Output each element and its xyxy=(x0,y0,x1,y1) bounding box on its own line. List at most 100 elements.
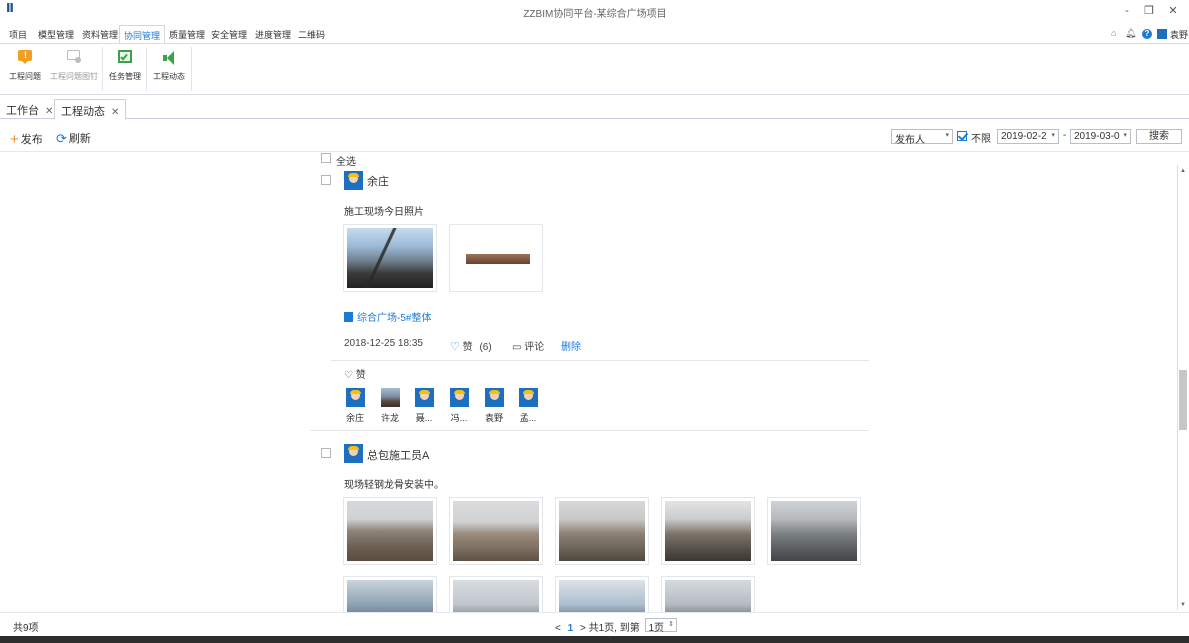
prev-page-button[interactable]: < xyxy=(555,623,561,634)
avatar xyxy=(345,388,365,407)
menu-project[interactable]: 项目 xyxy=(7,27,29,42)
liker-name: 冯... xyxy=(450,413,468,423)
post-image[interactable] xyxy=(343,576,437,612)
menu-bar: 项目 模型管理 资料管理 协同管理 质量管理 安全管理 进度管理 二维码 ⌂ 🔔… xyxy=(0,25,1189,43)
ribbon-engineering-issues[interactable]: ! 工程问题 xyxy=(8,50,42,82)
menu-qrcode[interactable]: 二维码 xyxy=(296,27,327,42)
post-checkbox[interactable] xyxy=(321,448,331,458)
refresh-button[interactable]: ⟳ 刷新 xyxy=(56,130,91,146)
post-image[interactable] xyxy=(449,576,543,612)
post-image[interactable] xyxy=(343,224,437,292)
page-info: > 共1页, 到第 xyxy=(579,623,640,634)
ribbon-label: 工程问题图钉 xyxy=(50,72,98,81)
post-image[interactable] xyxy=(661,497,755,565)
megaphone-icon xyxy=(160,50,178,66)
location-label: 综合广场-5#整体 xyxy=(357,313,432,324)
liker-name: 袁野 xyxy=(484,413,503,423)
scroll-down-icon[interactable]: ▼ xyxy=(1179,601,1187,609)
post-checkbox[interactable] xyxy=(321,175,331,185)
tab-workbench[interactable]: 工作台 ✕ xyxy=(0,99,59,120)
menu-quality[interactable]: 质量管理 xyxy=(167,27,207,42)
like-count: (6) xyxy=(479,342,492,353)
liker-name: 聂... xyxy=(415,413,433,423)
home-icon[interactable]: ⌂ xyxy=(1111,28,1116,40)
avatar xyxy=(449,388,469,407)
scroll-up-icon[interactable]: ▲ xyxy=(1179,167,1187,175)
pin-icon xyxy=(65,50,83,66)
scrollbar[interactable]: ▲ ▼ xyxy=(1177,165,1187,610)
post-time: 2018-12-25 18:35 xyxy=(344,338,423,349)
ribbon-label: 工程问题 xyxy=(9,72,41,81)
menu-documents[interactable]: 资料管理 xyxy=(80,27,120,42)
post-author[interactable]: 余庄 xyxy=(367,173,389,189)
post-image[interactable] xyxy=(555,497,649,565)
close-button[interactable]: ✕ xyxy=(1165,3,1181,19)
like-button[interactable]: ♡ 赞 (6) xyxy=(450,338,492,353)
post-text: 施工现场今日照片 xyxy=(344,207,424,218)
window-title: ZZBIM协同平台-某综合广场项目 xyxy=(523,9,667,20)
page-select-value: 1页 xyxy=(648,623,665,634)
liker[interactable]: 冯... xyxy=(444,388,474,424)
search-button[interactable]: 搜索 xyxy=(1136,129,1182,144)
post-image[interactable] xyxy=(661,576,755,612)
scrollbar-thumb[interactable] xyxy=(1179,370,1187,430)
current-page[interactable]: 1 xyxy=(568,623,574,634)
ribbon-label: 工程动态 xyxy=(153,72,185,81)
avatar xyxy=(344,171,363,190)
ribbon-issue-pins[interactable]: 工程问题图钉 xyxy=(49,50,99,82)
liker[interactable]: 许龙 xyxy=(375,388,405,424)
menu-model[interactable]: 模型管理 xyxy=(36,27,76,42)
post-image[interactable] xyxy=(767,497,861,565)
date-to-field[interactable]: 2019-03-0 ▾ xyxy=(1070,129,1131,144)
restore-button[interactable]: ❐ xyxy=(1141,3,1157,19)
publisher-select[interactable]: 发布人 ▾ xyxy=(891,129,953,146)
select-all-checkbox[interactable] xyxy=(321,153,331,163)
unlimited-checkbox[interactable] xyxy=(957,131,967,141)
location-link[interactable]: 综合广场-5#整体 xyxy=(344,309,431,324)
ribbon: ! 工程问题 工程问题图钉 任务管理 工程动态 xyxy=(0,43,1189,95)
avatar xyxy=(380,388,400,407)
close-icon[interactable]: ✕ xyxy=(111,107,119,118)
date-from-field[interactable]: 2019-02-2 ▾ xyxy=(997,129,1059,144)
ribbon-separator xyxy=(102,47,103,91)
ribbon-separator xyxy=(191,47,192,91)
refresh-icon: ⟳ xyxy=(56,131,67,146)
ribbon-separator xyxy=(146,47,147,91)
close-icon[interactable]: ✕ xyxy=(45,106,53,117)
post-image[interactable] xyxy=(449,224,543,292)
refresh-label: 刷新 xyxy=(68,133,91,145)
toolbar: + 发布 ⟳ 刷新 发布人 ▾ 不限 2019-02-2 ▾ - 2019-03-0 ▾ … xyxy=(0,120,1189,152)
like-label: 赞 xyxy=(462,342,473,353)
minimize-button[interactable]: ‐ xyxy=(1119,3,1135,19)
title-bar: Ⅱ ZZBIM协同平台-某综合广场项目 ‐ ❐ ✕ xyxy=(0,0,1189,22)
publisher-select-value: 发布人 xyxy=(895,135,925,146)
date-to-value: 2019-03-0 xyxy=(1074,131,1120,142)
post-image[interactable] xyxy=(449,497,543,565)
post-image[interactable] xyxy=(343,497,437,565)
page-select[interactable]: 1页 ⇕ xyxy=(644,618,678,634)
menu-collaboration[interactable]: 协同管理 xyxy=(119,25,166,43)
ribbon-task-management[interactable]: 任务管理 xyxy=(108,50,142,82)
ribbon-project-news[interactable]: 工程动态 xyxy=(152,50,186,82)
user-avatar[interactable] xyxy=(1157,29,1167,39)
liker[interactable]: 余庄 xyxy=(340,388,370,424)
post-author[interactable]: 总包施工员A xyxy=(367,447,429,463)
user-name[interactable]: 袁野 xyxy=(1170,28,1188,40)
comment-label: 评论 xyxy=(524,342,545,353)
liker-name: 许龙 xyxy=(380,413,399,423)
comment-icon: ▭ xyxy=(512,342,522,353)
delete-link[interactable]: 删除 xyxy=(561,338,581,353)
help-icon[interactable]: ? xyxy=(1142,29,1152,39)
liker[interactable]: 聂... xyxy=(409,388,439,424)
comment-button[interactable]: ▭ 评论 xyxy=(512,338,544,353)
post-image[interactable] xyxy=(555,576,649,612)
menu-progress[interactable]: 进度管理 xyxy=(253,27,293,42)
publish-button[interactable]: + 发布 xyxy=(10,130,43,148)
tab-project-news[interactable]: 工程动态 ✕ xyxy=(54,99,127,120)
liker[interactable]: 孟... xyxy=(513,388,543,424)
liker[interactable]: 袁野 xyxy=(479,388,509,424)
bell-icon[interactable]: 🔔︎ xyxy=(1125,28,1136,40)
status-bar: 共9项 < 1 > 共1页, 到第 1页 ⇕ xyxy=(0,612,1189,636)
issue-icon: ! xyxy=(16,50,34,66)
menu-safety[interactable]: 安全管理 xyxy=(209,27,249,42)
